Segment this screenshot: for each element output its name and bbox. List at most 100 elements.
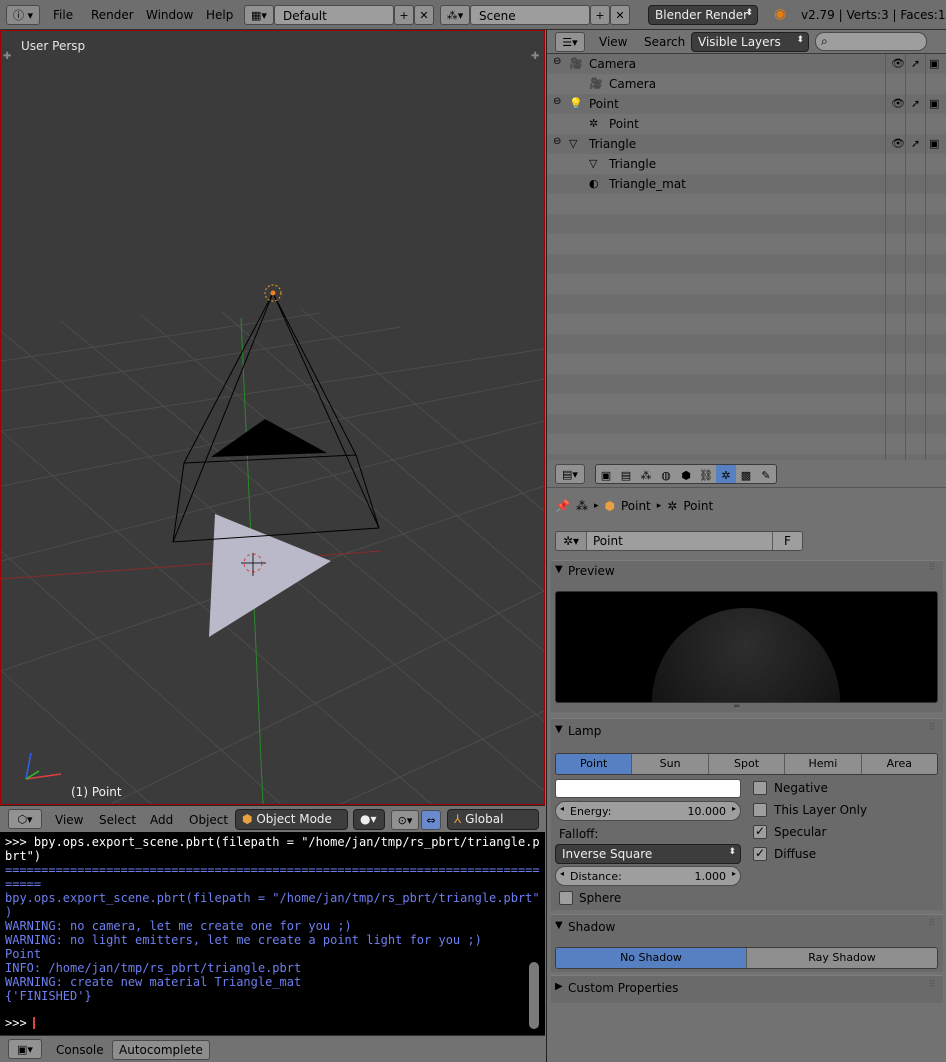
manipulator-toggle[interactable]: ⇔ bbox=[421, 810, 441, 830]
preview-title[interactable]: Preview bbox=[568, 564, 615, 578]
menu-view[interactable]: View bbox=[55, 813, 83, 827]
outliner-row[interactable]: ⊖ 🎥 Camera 👁 ➚ ▣ bbox=[547, 54, 946, 74]
negative-checkbox[interactable] bbox=[753, 781, 767, 795]
pivot-select[interactable]: ⊙▾ bbox=[391, 810, 419, 830]
constraints-tab-icon[interactable]: ⛓ bbox=[696, 465, 716, 483]
outliner-row[interactable]: ⊖ 💡 Point 👁 ➚ ▣ bbox=[547, 94, 946, 114]
outliner-row[interactable]: ⊖ ▽ Triangle 👁 ➚ ▣ bbox=[547, 134, 946, 154]
add-screen-button[interactable]: + bbox=[394, 5, 414, 25]
lamp-data-tab-icon[interactable]: ✲ bbox=[716, 465, 736, 483]
collapse-arrow-icon[interactable]: ▼ bbox=[555, 724, 563, 735]
menu-add[interactable]: Add bbox=[150, 813, 173, 827]
autocomplete-button[interactable]: Autocomplete bbox=[112, 1040, 210, 1060]
collapse-toggle-icon[interactable]: ⊖ bbox=[553, 56, 561, 67]
menu-select[interactable]: Select bbox=[99, 813, 136, 827]
display-mode-select[interactable]: Visible Layers ⬍ bbox=[691, 32, 809, 52]
editor-type-console-button[interactable]: ▣▾ bbox=[8, 1039, 42, 1059]
python-console[interactable]: >>> bpy.ops.export_scene.pbrt(filepath =… bbox=[0, 832, 545, 1035]
screen-layout-icon[interactable]: ▦▾ bbox=[244, 5, 274, 25]
chevron-right-icon[interactable]: ▸ bbox=[732, 804, 736, 813]
outliner-item-label[interactable]: Triangle_mat bbox=[609, 177, 686, 191]
eye-icon[interactable]: 👁 bbox=[891, 97, 905, 110]
sphere-checkbox[interactable] bbox=[559, 891, 573, 905]
custom-properties-title[interactable]: Custom Properties bbox=[568, 981, 678, 995]
shadow-title[interactable]: Shadow bbox=[568, 920, 615, 934]
specular-checkbox[interactable]: ✓ bbox=[753, 825, 767, 839]
remove-screen-button[interactable]: ✕ bbox=[414, 5, 434, 25]
lamp-browse-icon[interactable]: ✲▾ bbox=[556, 532, 586, 550]
fake-user-button[interactable]: F bbox=[772, 532, 802, 550]
lamp-type-point[interactable]: Point bbox=[556, 754, 633, 774]
scene-tab-icon[interactable]: ⁂ bbox=[636, 465, 656, 483]
outliner-item-label[interactable]: Camera bbox=[589, 57, 636, 71]
editor-type-properties-button[interactable]: ▤▾ bbox=[555, 464, 585, 484]
falloff-select[interactable]: Inverse Square ⬍ bbox=[555, 844, 741, 864]
outliner[interactable]: ☰▾ View Search Visible Layers ⬍ ⌕ ⊖ 🎥 Camer… bbox=[546, 30, 946, 460]
editor-type-3d-button[interactable]: ⬡▾ bbox=[8, 809, 42, 829]
lamp-datablock-selector[interactable]: ✲▾ Point F bbox=[555, 531, 803, 551]
lamp-color-swatch[interactable] bbox=[555, 779, 741, 798]
lamp-title[interactable]: Lamp bbox=[568, 724, 601, 738]
lamp-type-hemi[interactable]: Hemi bbox=[785, 754, 862, 774]
diffuse-checkbox[interactable]: ✓ bbox=[753, 847, 767, 861]
properties-editor[interactable]: ▤▾ ▣ ▤ ⁂ ◍ ⬢ ⛓ ✲ ▩ ✎ 📌 ⁂ ▸ ⬢ Point ▸ ✲ Poin… bbox=[546, 460, 946, 1062]
chevron-left-icon[interactable]: ◂ bbox=[560, 869, 564, 878]
menu-file[interactable]: File bbox=[53, 8, 73, 22]
distance-field[interactable]: ◂ Distance: 1.000 ▸ bbox=[555, 866, 741, 886]
lamp-name-field[interactable]: Point bbox=[586, 532, 772, 550]
texture-tab-icon[interactable]: ▩ bbox=[736, 465, 756, 483]
eye-icon[interactable]: 👁 bbox=[891, 137, 905, 150]
menu-object[interactable]: Object bbox=[189, 813, 228, 827]
3d-viewport[interactable]: User Persp ✚ ✚ (1) Point bbox=[0, 30, 545, 805]
menu-render[interactable]: Render bbox=[91, 8, 134, 22]
drag-handle-icon[interactable]: ⠿ bbox=[928, 980, 935, 990]
outliner-menu-search[interactable]: Search bbox=[644, 35, 685, 49]
add-scene-button[interactable]: + bbox=[590, 5, 610, 25]
outliner-menu-view[interactable]: View bbox=[599, 35, 627, 49]
menu-window[interactable]: Window bbox=[146, 8, 193, 22]
shading-select[interactable]: ●▾ bbox=[353, 809, 385, 830]
screen-layout-field[interactable]: Default bbox=[274, 5, 394, 25]
remove-scene-button[interactable]: ✕ bbox=[610, 5, 630, 25]
collapse-arrow-icon[interactable]: ▼ bbox=[555, 564, 563, 575]
render-camera-icon[interactable]: ▣ bbox=[929, 57, 939, 70]
energy-field[interactable]: ◂ Energy: 10.000 ▸ bbox=[555, 801, 741, 821]
outliner-row[interactable]: ✲ Point bbox=[547, 114, 946, 134]
select-cursor-icon[interactable]: ➚ bbox=[911, 97, 920, 110]
outliner-item-label[interactable]: Point bbox=[609, 117, 639, 131]
console-scrollbar[interactable] bbox=[529, 962, 539, 1029]
outliner-item-label[interactable]: Triangle bbox=[589, 137, 636, 151]
info-editor-type-button[interactable]: ⓘ ▾ bbox=[6, 5, 40, 25]
outliner-row[interactable]: 🎥 Camera bbox=[547, 74, 946, 94]
drag-handle-icon[interactable]: ⠿ bbox=[928, 723, 935, 733]
outliner-item-label[interactable]: Point bbox=[589, 97, 619, 111]
outliner-row[interactable]: ▽ Triangle bbox=[547, 154, 946, 174]
shadow-none-button[interactable]: No Shadow bbox=[556, 948, 747, 968]
expand-arrow-icon[interactable]: ▶ bbox=[555, 981, 563, 992]
editor-type-outliner-button[interactable]: ☰▾ bbox=[555, 32, 585, 52]
render-camera-icon[interactable]: ▣ bbox=[929, 137, 939, 150]
select-cursor-icon[interactable]: ➚ bbox=[911, 57, 920, 70]
object-tab-icon[interactable]: ⬢ bbox=[676, 465, 696, 483]
collapse-arrow-icon[interactable]: ▼ bbox=[555, 920, 563, 931]
outliner-search-input[interactable]: ⌕ bbox=[815, 32, 927, 51]
outliner-item-label[interactable]: Triangle bbox=[609, 157, 656, 171]
chevron-left-icon[interactable]: ◂ bbox=[560, 804, 564, 813]
collapse-toggle-icon[interactable]: ⊖ bbox=[553, 136, 561, 147]
eye-icon[interactable]: 👁 bbox=[891, 57, 905, 70]
collapse-toggle-icon[interactable]: ⊖ bbox=[553, 96, 561, 107]
chevron-right-icon[interactable]: ▸ bbox=[732, 869, 736, 878]
lamp-type-spot[interactable]: Spot bbox=[708, 754, 786, 774]
shadow-ray-button[interactable]: Ray Shadow bbox=[747, 948, 937, 968]
lamp-type-sun[interactable]: Sun bbox=[632, 754, 709, 774]
drag-handle-icon[interactable]: ⠿ bbox=[928, 919, 935, 929]
world-tab-icon[interactable]: ◍ bbox=[656, 465, 676, 483]
drag-handle-icon[interactable]: ⠿ bbox=[928, 563, 935, 573]
scene-field[interactable]: Scene bbox=[470, 5, 590, 25]
resize-grip-icon[interactable]: ═ bbox=[734, 702, 739, 712]
this-layer-only-checkbox[interactable] bbox=[753, 803, 767, 817]
render-tab-icon[interactable]: ▣ bbox=[596, 465, 616, 483]
outliner-item-label[interactable]: Camera bbox=[609, 77, 656, 91]
select-cursor-icon[interactable]: ➚ bbox=[911, 137, 920, 150]
menu-help[interactable]: Help bbox=[206, 8, 233, 22]
